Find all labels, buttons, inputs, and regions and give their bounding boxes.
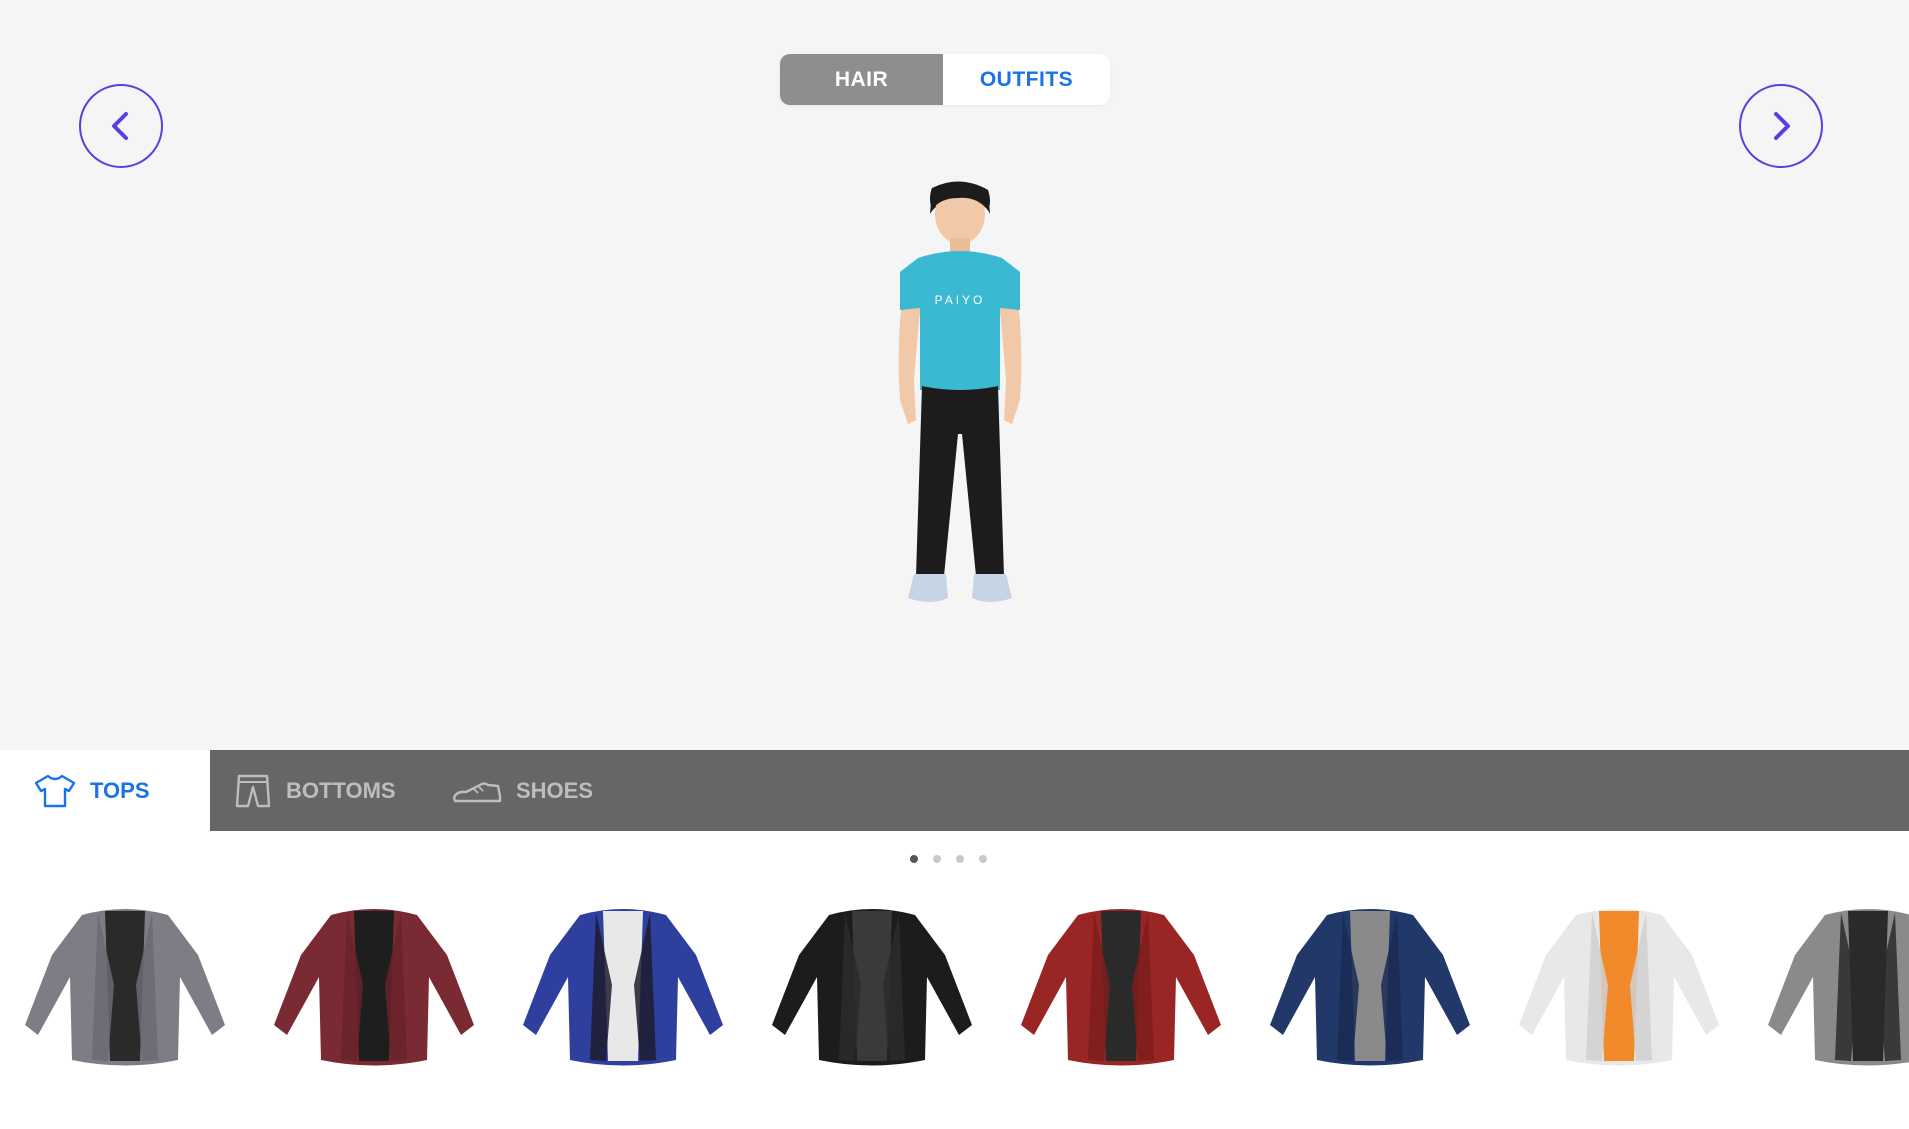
pagination-dots <box>910 855 987 863</box>
page-dot[interactable] <box>956 855 964 863</box>
orange-white-jacket-icon[interactable] <box>1514 895 1724 1075</box>
tab-tops[interactable]: TOPS <box>0 750 210 831</box>
tab-shoes-label: SHOES <box>516 777 594 803</box>
hair-outfits-toggle: HAIR OUTFITS <box>780 54 1110 105</box>
gray-blazer-icon[interactable] <box>20 895 230 1075</box>
chevron-left-icon <box>112 112 128 140</box>
previous-button[interactable] <box>79 84 163 168</box>
garment-carousel <box>0 895 1909 1075</box>
tab-bottoms-label: BOTTOMS <box>286 777 396 803</box>
next-button[interactable] <box>1739 84 1823 168</box>
category-tabs: TOPS BOTTOMS SHOES <box>0 750 1909 831</box>
outfits-tab[interactable]: OUTFITS <box>943 54 1110 105</box>
gray-black-jacket-icon[interactable] <box>1763 895 1909 1075</box>
avatar-stage: HAIR OUTFITS PAIYO <box>0 0 1909 750</box>
avatar-figure: PAIYO <box>898 181 1022 602</box>
page-dot[interactable] <box>910 855 918 863</box>
navy-jacket-icon[interactable] <box>1265 895 1475 1075</box>
tab-shoes[interactable]: SHOES <box>452 750 593 831</box>
shirt-logo-text: PAIYO <box>935 293 986 307</box>
chevron-right-icon <box>1774 112 1790 140</box>
black-leather-jacket-icon[interactable] <box>767 895 977 1075</box>
red-leather-jacket-icon[interactable] <box>1016 895 1226 1075</box>
tab-tops-label: TOPS <box>90 777 150 803</box>
pants-icon <box>235 774 271 807</box>
shoe-icon <box>452 781 502 802</box>
hair-tab[interactable]: HAIR <box>780 54 943 105</box>
tab-bottoms[interactable]: BOTTOMS <box>234 750 396 831</box>
blue-plaid-blazer-icon[interactable] <box>518 895 728 1075</box>
burgundy-blazer-icon[interactable] <box>269 895 479 1075</box>
tshirt-icon <box>34 774 76 807</box>
page-dot[interactable] <box>979 855 987 863</box>
page-dot[interactable] <box>933 855 941 863</box>
